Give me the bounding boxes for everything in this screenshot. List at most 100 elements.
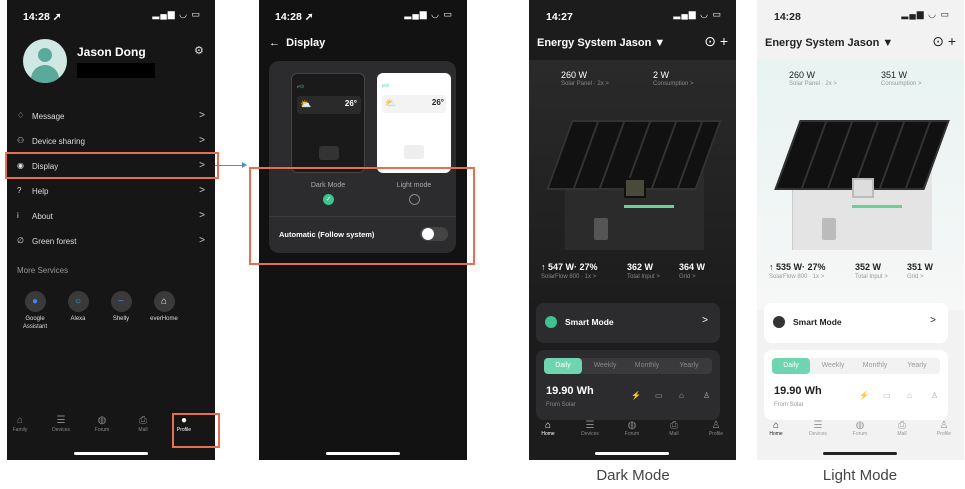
menu-item-message[interactable]: ♢ Message > bbox=[7, 104, 215, 129]
tab-profile[interactable]: ♙ Profile bbox=[933, 420, 955, 437]
tab-forum[interactable]: ◍ Forum bbox=[87, 415, 117, 433]
tab-icon: ☰ bbox=[813, 420, 823, 431]
dark-mode-preview[interactable]: ℯ⊙ ⛅ 26° bbox=[291, 73, 365, 173]
energy-type-icon: ⌂ bbox=[679, 391, 684, 400]
house-window bbox=[624, 178, 646, 198]
stat-label: SolarFlow 800 · 1x > bbox=[769, 274, 825, 280]
tab-forum[interactable]: ◍ Forum bbox=[621, 420, 643, 437]
stats-card: Daily Weekly Monthly Yearly 19.90 Wh From Sol… bbox=[764, 350, 948, 420]
tab-forum[interactable]: ◍ Forum bbox=[849, 420, 871, 437]
settings-add-icon[interactable]: ⊙ + bbox=[704, 33, 728, 50]
stat-label: Grid > bbox=[679, 274, 696, 280]
tab-monthly[interactable]: Monthly bbox=[628, 358, 666, 374]
tab-home[interactable]: ⌂ Home bbox=[765, 420, 787, 437]
settings-add-icon[interactable]: ⊙ + bbox=[932, 33, 956, 50]
chevron-right-icon: > bbox=[702, 315, 708, 326]
tab-icon: ♙ bbox=[711, 420, 721, 431]
stat-grid[interactable]: 364 W Grid > bbox=[679, 262, 705, 280]
tab-home[interactable]: ⌂ Home bbox=[537, 420, 559, 437]
home-indicator bbox=[823, 452, 897, 455]
stat-solar[interactable]: 260 W Solar Panel · 2x > bbox=[789, 70, 837, 87]
page-title: ← Display bbox=[269, 37, 325, 49]
menu-item-green-forest[interactable]: ∅ Green forest > bbox=[7, 229, 215, 254]
tab-daily[interactable]: Daily bbox=[772, 358, 810, 374]
menu-item-label: Device sharing bbox=[32, 137, 85, 146]
stat-value: 2 W bbox=[653, 70, 670, 80]
title-text: Display bbox=[286, 37, 326, 49]
stat-label: Total Input > bbox=[627, 274, 660, 280]
tab-family[interactable]: ⌂ Family bbox=[7, 415, 35, 433]
tab-weekly[interactable]: Weekly bbox=[814, 358, 852, 374]
preview-logo: ℯ⊙ bbox=[382, 83, 390, 89]
service-alexa[interactable]: ○ Alexa bbox=[58, 291, 98, 323]
tab-daily[interactable]: Daily bbox=[544, 358, 582, 374]
stat-consumption[interactable]: 2 W Consumption > bbox=[653, 70, 694, 87]
status-time: 14:28 ➚ bbox=[23, 11, 62, 23]
caption-light: Light Mode bbox=[822, 467, 898, 484]
menu-item-about[interactable]: i About > bbox=[7, 204, 215, 229]
share-icon: ⚇ bbox=[17, 136, 25, 145]
system-title[interactable]: Energy System Jason ▼ bbox=[765, 37, 893, 49]
tab-devices[interactable]: ☰ Devices bbox=[579, 420, 601, 437]
chevron-right-icon: > bbox=[199, 210, 205, 221]
tab-yearly[interactable]: Yearly bbox=[898, 358, 936, 374]
tab-devices[interactable]: ☰ Devices bbox=[46, 415, 76, 433]
tab-label: Forum bbox=[852, 431, 868, 437]
stat-consumption[interactable]: 351 W Consumption > bbox=[881, 70, 922, 87]
service-everhome[interactable]: ⌂ everHome bbox=[144, 291, 184, 323]
stat-input[interactable]: 352 W Total Input > bbox=[855, 262, 888, 280]
menu-item-device-sharing[interactable]: ⚇ Device sharing > bbox=[7, 129, 215, 154]
tab-icon: ⎙ bbox=[898, 420, 906, 431]
user-name: Jason Dong bbox=[77, 45, 146, 59]
mode-highlight bbox=[249, 167, 475, 265]
smart-mode-card[interactable]: Smart Mode > bbox=[536, 303, 720, 343]
menu-item-help[interactable]: ? Help > bbox=[7, 179, 215, 204]
energy-light-screen: 14:28 ▂▄▆ ◡ ▭ Energy System Jason ▼ ⊙ + 260 … bbox=[757, 0, 964, 460]
stat-flow[interactable]: ↑ 535 W· 27% SolarFlow 800 · 1x > bbox=[769, 262, 826, 280]
stat-label: Solar Panel · 2x > bbox=[561, 81, 609, 87]
tab-icon: ♙ bbox=[939, 420, 949, 431]
home-indicator bbox=[595, 452, 669, 455]
smart-mode-card[interactable]: Smart Mode > bbox=[764, 303, 948, 343]
stat-solar[interactable]: 260 W Solar Panel · 2x > bbox=[561, 70, 609, 87]
tab-monthly[interactable]: Monthly bbox=[856, 358, 894, 374]
shelly-icon: ~ bbox=[110, 291, 132, 312]
flow-arrow bbox=[215, 162, 247, 168]
service-shelly[interactable]: ~ Shelly bbox=[101, 291, 141, 323]
tab-mall[interactable]: ⎙ Mall bbox=[128, 415, 158, 433]
service-google-assistant[interactable]: ● Google Assistant bbox=[15, 291, 55, 331]
tab-weekly[interactable]: Weekly bbox=[586, 358, 624, 374]
tab-label: Family bbox=[12, 427, 28, 433]
service-label: Shelly bbox=[112, 316, 130, 322]
light-mode-preview[interactable]: ℯ⊙ ⛅ 26° bbox=[377, 73, 451, 173]
weather-icon: ⛅ bbox=[385, 98, 397, 108]
stat-flow[interactable]: ↑ 547 W· 27% SolarFlow 800 · 1x > bbox=[541, 262, 598, 280]
energy-type-icon: ▭ bbox=[655, 391, 663, 400]
service-label: Google Assistant bbox=[22, 316, 48, 330]
stat-grid[interactable]: 351 W Grid > bbox=[907, 262, 933, 280]
system-title[interactable]: Energy System Jason ▼ bbox=[537, 37, 665, 49]
tab-label: Home bbox=[769, 431, 783, 437]
tab-devices[interactable]: ☰ Devices bbox=[807, 420, 829, 437]
everhome-icon: ⌂ bbox=[153, 291, 175, 312]
status-time: 14:28 ➚ bbox=[275, 11, 314, 23]
stat-input[interactable]: 362 W Total Input > bbox=[627, 262, 660, 280]
tab-mall[interactable]: ⎙ Mall bbox=[891, 420, 913, 437]
tab-profile[interactable]: ♙ Profile bbox=[705, 420, 727, 437]
back-icon[interactable]: ← bbox=[269, 37, 280, 49]
gear-icon[interactable]: ⚙ bbox=[194, 44, 204, 57]
stat-label: Consumption > bbox=[881, 81, 922, 87]
bell-icon: ♢ bbox=[17, 111, 25, 120]
avatar[interactable] bbox=[23, 39, 67, 83]
house-window bbox=[852, 178, 874, 198]
devices-icon: ☰ bbox=[56, 415, 66, 426]
tab-yearly[interactable]: Yearly bbox=[670, 358, 708, 374]
stats-card: Daily Weekly Monthly Yearly 19.90 Wh From Sol… bbox=[536, 350, 720, 420]
leaf-icon: ∅ bbox=[17, 236, 24, 245]
stat-label: SolarFlow 800 · 1x > bbox=[541, 274, 597, 280]
stat-value: 260 W bbox=[789, 70, 816, 80]
service-label: Alexa bbox=[70, 316, 86, 322]
preview-logo: ℯ⊙ bbox=[297, 84, 305, 90]
stat-value: 364 W bbox=[679, 262, 706, 272]
tab-mall[interactable]: ⎙ Mall bbox=[663, 420, 685, 437]
